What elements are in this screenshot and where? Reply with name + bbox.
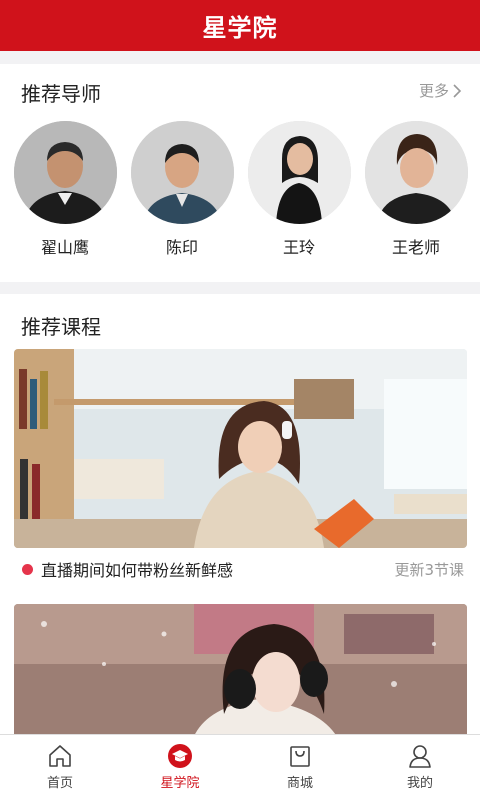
course-update-count: 更新3节课 [394, 560, 464, 579]
home-icon [49, 745, 71, 767]
mentor-name: 陈印 [165, 238, 198, 257]
tab-label: 首页 [46, 776, 73, 791]
mentor-card[interactable]: 王玲 [247, 121, 351, 258]
mentor-card[interactable]: 翟山鹰 [13, 121, 117, 258]
app-header: 星学院 [0, 0, 480, 51]
tab-label: 商城 [286, 776, 313, 791]
chevron-right-icon [453, 83, 462, 98]
course-dot-icon [22, 563, 33, 575]
mentor-name: 翟山鹰 [40, 238, 89, 257]
tab-home[interactable]: 首页 [0, 735, 120, 801]
tab-label: 我的 [406, 776, 433, 791]
shopping-bag-icon [290, 746, 310, 767]
tab-shop[interactable]: 商城 [240, 735, 360, 801]
course-cover-image[interactable] [14, 349, 467, 548]
courses-section-title: 推荐课程 [21, 315, 101, 339]
tab-label: 星学院 [160, 776, 200, 791]
course-cover-image[interactable] [14, 604, 467, 734]
user-icon [409, 745, 431, 768]
more-mentors-link[interactable]: 更多 [419, 80, 462, 101]
recommended-courses-section: 推荐课程 直播期间如何带粉丝新鲜感 更新3节课 [0, 294, 480, 734]
avatar [364, 121, 468, 224]
page-title: 星学院 [202, 14, 278, 42]
course-title: 直播期间如何带粉丝新鲜感 [41, 561, 234, 580]
mentor-card[interactable]: 陈印 [130, 121, 234, 258]
mentors-section-title: 推荐导师 [21, 82, 101, 106]
tab-star-academy[interactable]: 星学院 [120, 735, 240, 801]
avatar [13, 121, 117, 224]
more-label: 更多 [418, 82, 449, 100]
recommended-mentors-section: 推荐导师 更多 翟山鹰 陈印 王玲 王老师 [0, 64, 480, 282]
mentor-card[interactable]: 王老师 [364, 121, 468, 258]
avatar [247, 121, 351, 224]
course-item[interactable]: 直播期间如何带粉丝新鲜感 更新3节课 [0, 549, 480, 589]
avatar [130, 121, 234, 224]
mentor-name: 王老师 [391, 238, 440, 257]
tab-mine[interactable]: 我的 [360, 735, 480, 801]
graduation-cap-icon [168, 744, 192, 768]
mentor-name: 王玲 [282, 238, 315, 257]
bottom-tab-bar: 首页 星学院 商城 我的 [0, 734, 480, 801]
